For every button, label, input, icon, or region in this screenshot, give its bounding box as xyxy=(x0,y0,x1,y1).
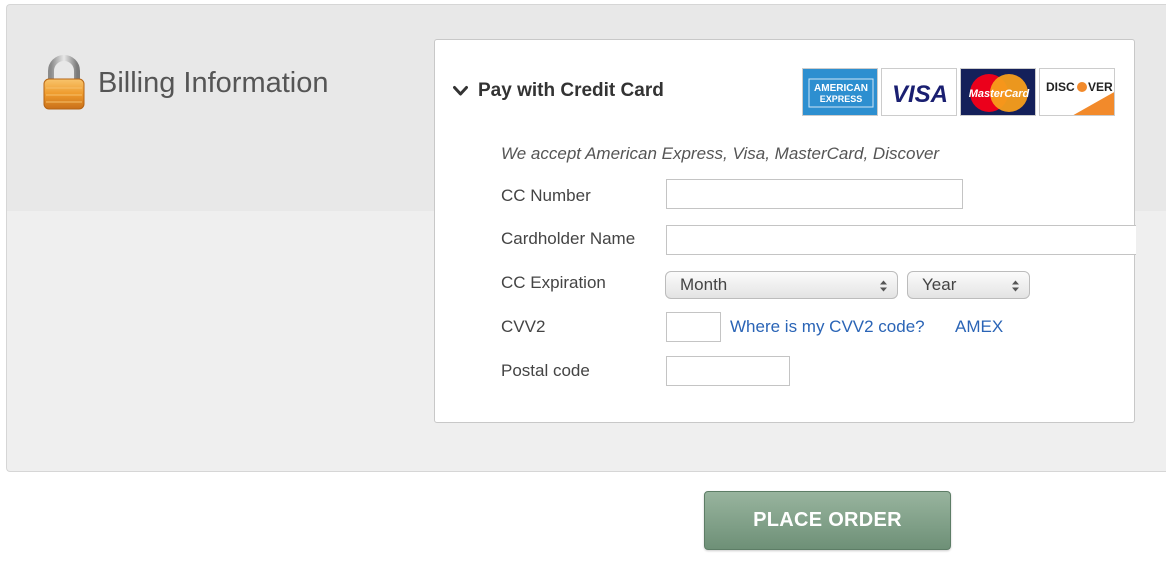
expiration-month-select[interactable]: Month xyxy=(665,271,898,299)
expiration-year-value: Year xyxy=(922,275,957,294)
pay-title: Pay with Credit Card xyxy=(478,80,664,101)
credit-card-panel: Pay with Credit Card AMERICAN EXPRESS VI… xyxy=(434,39,1136,423)
accepted-cards-note: We accept American Express, Visa, Master… xyxy=(501,144,940,163)
card-logos: AMERICAN EXPRESS VISA MasterCard DISC VE… xyxy=(802,68,1115,116)
pay-with-credit-card-toggle[interactable]: Pay with Credit Card xyxy=(453,80,664,102)
chevron-down-icon xyxy=(453,86,468,96)
cc-number-label: CC Number xyxy=(501,186,591,205)
discover-text-pre: DISC xyxy=(1046,80,1075,94)
section-title: Billing Information xyxy=(98,67,329,99)
expiration-year-select[interactable]: Year xyxy=(907,271,1030,299)
postal-code-label: Postal code xyxy=(501,361,590,380)
place-order-button[interactable]: PLACE ORDER xyxy=(704,491,951,550)
mastercard-text: MasterCard xyxy=(969,88,1030,100)
lock-icon xyxy=(43,55,85,110)
visa-text: VISA xyxy=(892,81,948,108)
expiration-month-value: Month xyxy=(680,275,728,294)
cardholder-name-label: Cardholder Name xyxy=(501,229,636,248)
amex-line1: AMERICAN xyxy=(814,83,868,94)
cc-number-input[interactable] xyxy=(666,179,963,209)
select-arrows-icon xyxy=(1012,280,1019,292)
amex-cvv-link[interactable]: AMEX xyxy=(955,317,1003,337)
cvv2-label: CVV2 xyxy=(501,317,546,336)
cc-expiration-label: CC Expiration xyxy=(501,273,606,292)
visa-logo: VISA xyxy=(881,68,957,116)
cvv2-help-link[interactable]: Where is my CVV2 code? xyxy=(730,317,925,337)
cardholder-name-input[interactable] xyxy=(666,225,1136,255)
amex-line2: EXPRESS xyxy=(820,94,863,104)
discover-text-post: VER xyxy=(1088,80,1113,94)
amex-logo: AMERICAN EXPRESS xyxy=(802,68,878,116)
postal-code-input[interactable] xyxy=(666,356,790,386)
mastercard-logo: MasterCard xyxy=(960,68,1036,116)
select-arrows-icon xyxy=(880,280,887,292)
cvv2-input[interactable] xyxy=(666,312,721,342)
discover-logo: DISC VER xyxy=(1039,68,1115,116)
